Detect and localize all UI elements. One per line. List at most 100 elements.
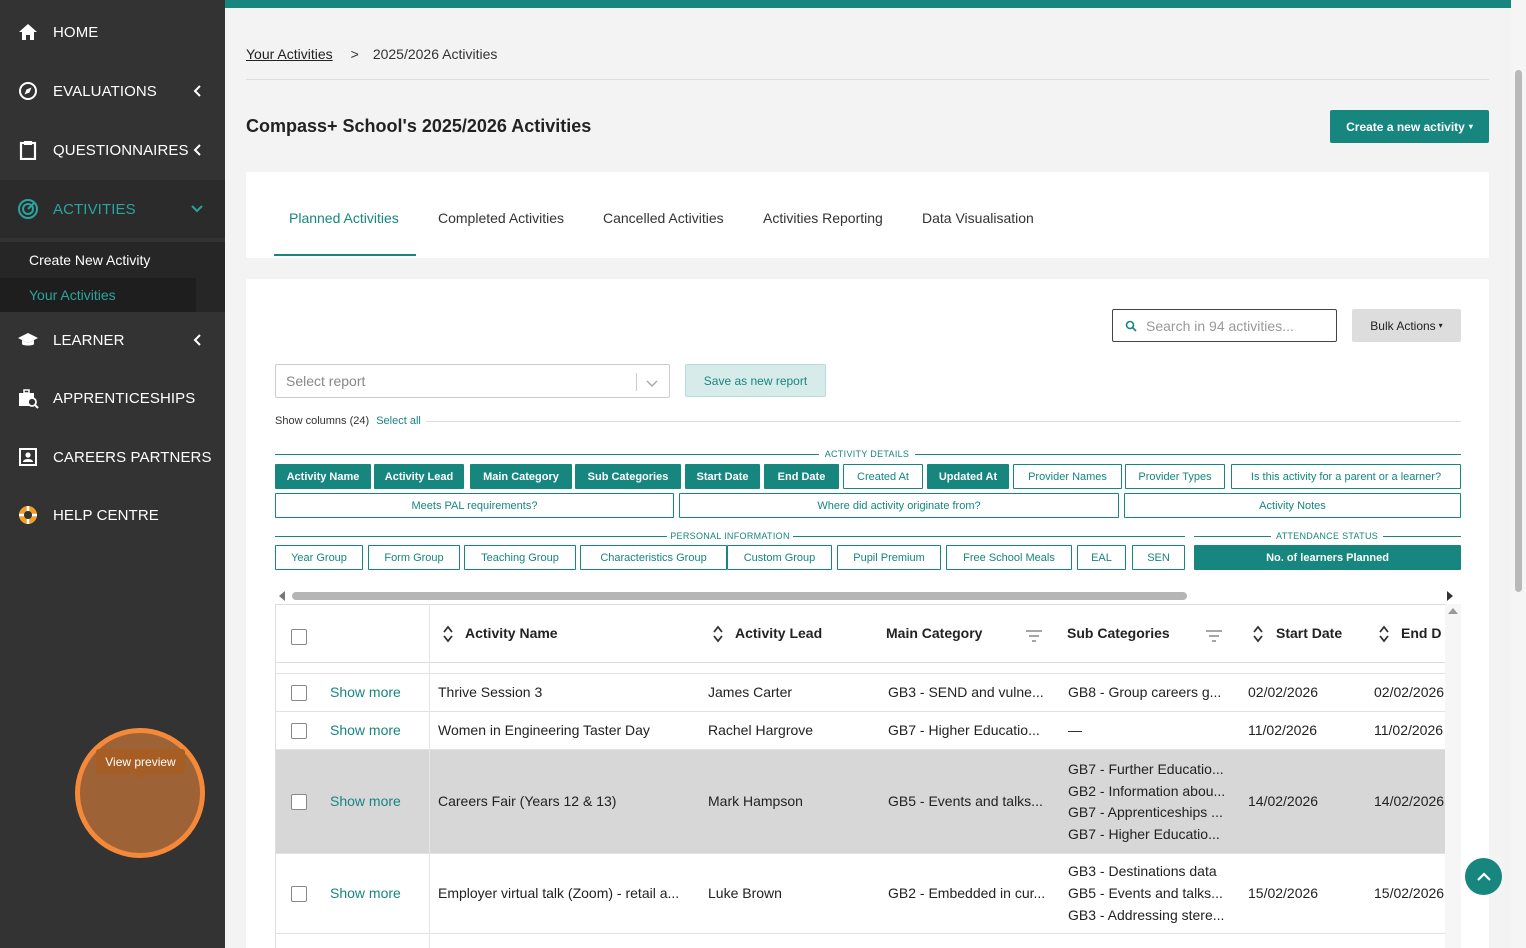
column-chip[interactable]: Start Date: [685, 464, 760, 489]
column-chip[interactable]: Provider Names: [1013, 464, 1122, 489]
subnav-your-activities[interactable]: Your Activities: [0, 278, 196, 312]
table-row[interactable]: Show more Thrive Session 3 James Carter GB3…: [276, 674, 1445, 712]
nav-label: LEARNER: [53, 331, 125, 349]
sort-icon[interactable]: [1379, 625, 1389, 643]
table-row[interactable]: Show more Employer virtual talk (Zoom) - …: [276, 854, 1445, 934]
create-activity-button[interactable]: Create a new activity ▾: [1330, 110, 1489, 143]
column-chip[interactable]: Year Group: [275, 545, 363, 570]
nav-label: EVALUATIONS: [53, 82, 157, 100]
tab-completed-activities[interactable]: Completed Activities: [438, 210, 564, 226]
column-chip[interactable]: Activity Name: [275, 464, 371, 489]
sort-icon[interactable]: [713, 625, 723, 643]
column-chip[interactable]: Pupil Premium: [837, 545, 941, 570]
cell-start-date: 15/02/2026: [1248, 885, 1319, 901]
nav-evaluations[interactable]: EVALUATIONS: [0, 62, 225, 120]
col-activity-lead[interactable]: Activity Lead: [735, 625, 822, 641]
column-chip[interactable]: Where did activity originate from?: [679, 493, 1119, 518]
nav-label: HELP CENTRE: [53, 506, 159, 524]
row-checkbox[interactable]: [291, 886, 307, 902]
page-vertical-scrollbar[interactable]: [1511, 0, 1526, 948]
scrollbar-thumb[interactable]: [292, 592, 1187, 600]
row-checkbox[interactable]: [291, 723, 307, 739]
column-divider: [429, 604, 430, 948]
nav-learner[interactable]: LEARNER: [0, 311, 225, 369]
scroll-right-icon[interactable]: [1447, 591, 1453, 601]
scroll-up-icon[interactable]: [1448, 608, 1458, 614]
section-rule: [275, 454, 819, 455]
sort-icon[interactable]: [1253, 625, 1263, 643]
select-report-dropdown[interactable]: Select report: [275, 364, 670, 398]
column-chip[interactable]: Main Category: [470, 464, 572, 489]
show-more-link[interactable]: Show more: [330, 684, 401, 700]
tab-planned-activities[interactable]: Planned Activities: [289, 210, 399, 226]
subnav-create-new-activity[interactable]: Create New Activity: [29, 252, 150, 274]
row-checkbox[interactable]: [291, 794, 307, 810]
column-chip[interactable]: Updated At: [927, 464, 1009, 489]
table-row[interactable]: Show more Careers Fair (Years 12 & 13) Mar…: [276, 750, 1445, 854]
col-end-date[interactable]: End D: [1401, 625, 1441, 641]
column-chip[interactable]: No. of learners Planned: [1194, 545, 1461, 570]
search-input[interactable]: Search in 94 activities...: [1112, 309, 1337, 342]
column-chip[interactable]: Free School Meals: [946, 545, 1072, 570]
tab-data-visualisation[interactable]: Data Visualisation: [922, 210, 1034, 226]
select-all-checkbox[interactable]: [291, 629, 307, 645]
col-activity-name[interactable]: Activity Name: [465, 625, 558, 641]
show-more-link[interactable]: Show more: [330, 722, 401, 738]
nav-label: QUESTIONNAIRES: [53, 141, 189, 159]
show-more-link[interactable]: Show more: [330, 885, 401, 901]
column-chip[interactable]: Custom Group: [727, 545, 832, 570]
cell-activity-name: Women in Engineering Taster Day: [438, 722, 650, 738]
cell-sub-category: GB3 - Destinations data: [1068, 863, 1217, 879]
scroll-left-icon[interactable]: [279, 591, 285, 601]
show-columns: Show columns (24) Select all: [275, 415, 421, 427]
table-row[interactable]: Show more Women in Engineering Taster Day…: [276, 712, 1445, 750]
tab-cancelled-activities[interactable]: Cancelled Activities: [603, 210, 724, 226]
column-chip[interactable]: Provider Types: [1125, 464, 1225, 489]
column-chip[interactable]: Activity Notes: [1124, 493, 1461, 518]
nav-careers-partners[interactable]: CAREERS PARTNERS: [0, 428, 225, 486]
column-chip[interactable]: EAL: [1077, 545, 1126, 570]
nav-help-centre[interactable]: HELP CENTRE: [0, 486, 225, 544]
sort-icon[interactable]: [443, 625, 453, 643]
clipboard-icon: [17, 139, 39, 161]
column-chip[interactable]: Activity Lead: [374, 464, 464, 489]
caret-down-icon: ▾: [1438, 321, 1443, 330]
breadcrumb-link-your-activities[interactable]: Your Activities: [246, 46, 333, 62]
column-chip[interactable]: Sub Categories: [575, 464, 681, 489]
bulk-actions-button[interactable]: Bulk Actions ▾: [1352, 309, 1461, 342]
column-chip[interactable]: Meets PAL requirements?: [275, 493, 674, 518]
filter-icon[interactable]: [1205, 629, 1223, 648]
column-chip[interactable]: Form Group: [368, 545, 460, 570]
filter-icon[interactable]: [1025, 629, 1043, 648]
column-chip[interactable]: Is this activity for a parent or a learn…: [1231, 464, 1461, 489]
column-chip[interactable]: Teaching Group: [464, 545, 576, 570]
show-columns-label: Show columns (24): [275, 415, 370, 427]
table-vertical-scrollbar[interactable]: [1445, 604, 1461, 948]
row-checkbox[interactable]: [291, 685, 307, 701]
nav-home[interactable]: HOME: [0, 3, 225, 61]
nav-activities[interactable]: ACTIVITIES: [0, 180, 225, 238]
col-main-category[interactable]: Main Category: [886, 625, 982, 641]
column-chip[interactable]: Characteristics Group: [580, 545, 727, 570]
chevron-left-icon: [190, 143, 204, 157]
horizontal-scrollbar[interactable]: [275, 589, 1461, 603]
section-rule: [915, 454, 1461, 455]
cell-sub-category: GB7 - Further Educatio...: [1068, 761, 1224, 777]
column-chip[interactable]: SEN: [1132, 545, 1185, 570]
scrollbar-thumb[interactable]: [1515, 70, 1522, 592]
back-to-top-button[interactable]: [1465, 858, 1502, 895]
tabs-card: Planned Activities Completed Activities …: [246, 172, 1489, 258]
col-sub-categories[interactable]: Sub Categories: [1067, 625, 1170, 641]
tab-activities-reporting[interactable]: Activities Reporting: [763, 210, 883, 226]
nav-questionnaires[interactable]: QUESTIONNAIRES: [0, 121, 225, 179]
select-all-link[interactable]: Select all: [376, 415, 421, 427]
home-icon: [17, 21, 39, 43]
col-start-date[interactable]: Start Date: [1276, 625, 1342, 641]
nav-apprenticeships[interactable]: APPRENTICESHIPS: [0, 369, 225, 427]
column-chip[interactable]: End Date: [764, 464, 839, 489]
activities-submenu: Create New Activity Your Activities: [0, 242, 225, 312]
column-chip[interactable]: Created At: [843, 464, 923, 489]
save-as-new-report-button[interactable]: Save as new report: [685, 364, 826, 397]
cell-end-date: 11/02/2026: [1374, 722, 1444, 738]
show-more-link[interactable]: Show more: [330, 793, 401, 809]
